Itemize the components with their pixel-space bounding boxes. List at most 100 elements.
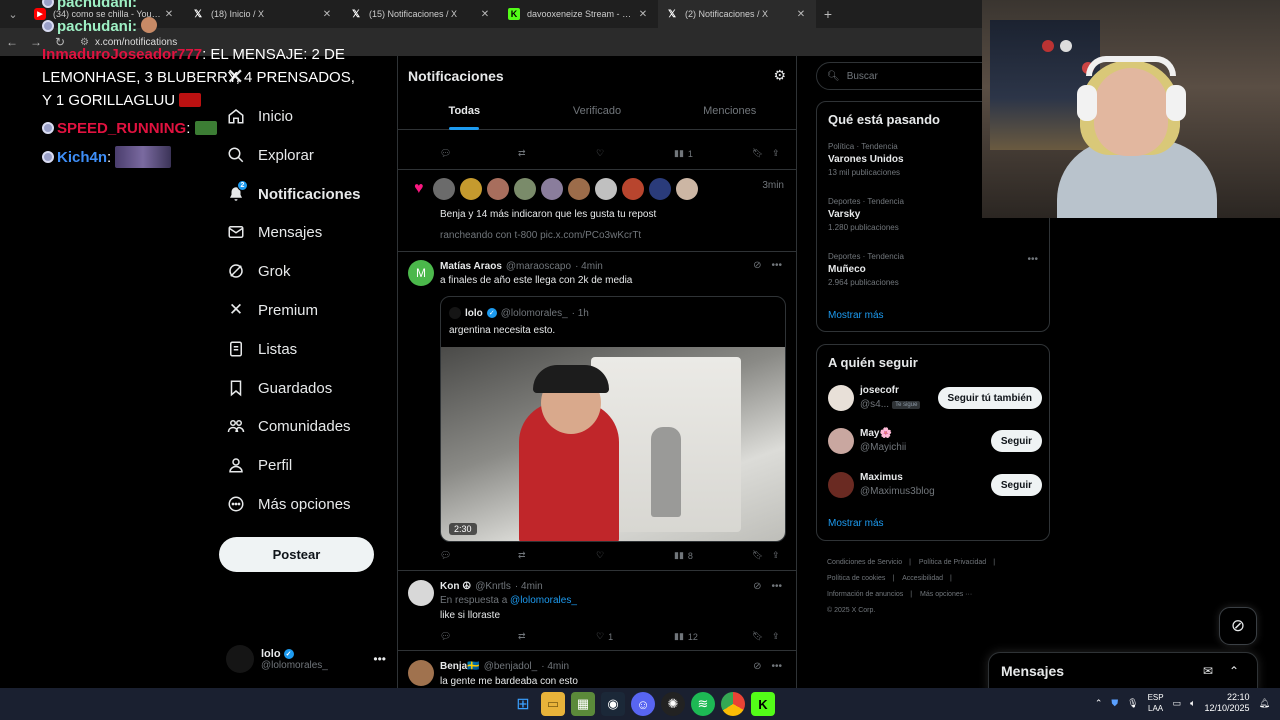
grok-icon[interactable]: ⊘ [753,260,761,271]
like-notification[interactable]: ♥ 3min Benja y 14 más indicaron que les … [398,170,796,252]
kick-icon[interactable]: K [751,692,775,716]
show-more-link[interactable]: Mostrar más [828,518,884,529]
more-dots-icon[interactable]: ••• [771,260,782,271]
avatar[interactable] [828,385,854,411]
trend-item[interactable]: Deportes · Tendencia Muñeco 2.964 public… [828,252,1038,287]
close-icon[interactable]: ✕ [636,9,650,20]
expand-icon[interactable]: ⌃ [1229,664,1239,678]
close-icon[interactable]: ✕ [320,9,334,20]
avatar[interactable] [513,178,536,200]
file-explorer-icon[interactable]: ▭ [541,692,565,716]
share-icon[interactable]: ⇪ [772,148,780,159]
system-clock[interactable]: 22:10 12/10/2025 [1205,692,1250,714]
bookmark-icon[interactable]: 🔖︎ [752,148,763,159]
video-player[interactable]: 2:30 [441,347,785,541]
sidebar-item-comunidades[interactable]: Comunidades [226,411,351,441]
avatar[interactable] [828,472,854,498]
author-name[interactable]: Matías Araos [440,261,502,272]
chevron-up-icon[interactable]: ⌃ [1095,698,1103,709]
discord-icon[interactable]: ☺ [631,692,655,716]
avatar[interactable] [486,178,509,200]
views-button[interactable]: ▮▮ 1 [674,148,693,159]
follow-button[interactable]: Seguir [990,474,1042,496]
account-switcher[interactable]: lolo ✓ @lolomorales_ ••• [226,644,386,674]
tab-search-button[interactable]: ⌄ [0,0,26,28]
minecraft-icon[interactable]: ▦ [571,692,595,716]
sidebar-item-mas-opciones[interactable]: Más opciones [226,489,351,519]
chatgpt-icon[interactable]: ✺ [661,692,685,716]
messages-drawer[interactable]: Mensajes ✉ ⌃ [988,652,1258,692]
grok-icon[interactable]: ⊘ [753,661,761,672]
sidebar-item-guardados[interactable]: Guardados [226,373,332,403]
avatar[interactable] [432,178,455,200]
browser-tab-kick[interactable]: K davooxeneize Stream - Watch Liv ✕ [500,0,658,28]
footer-link[interactable]: Información de anuncios [827,591,903,598]
avatar[interactable]: M [408,260,434,286]
browser-tab-x-notifications-active[interactable]: 𝕏 (2) Notificaciones / X ✕ [658,0,816,28]
share-icon[interactable]: ⇪ [772,550,780,561]
more-dots-icon[interactable]: ••• [771,581,782,592]
share-icon[interactable]: ⇪ [772,631,780,642]
back-arrow-icon[interactable]: ← [0,35,24,49]
footer-link[interactable]: Condiciones de Servicio [827,559,902,566]
like-icon[interactable]: ♡ [596,550,604,561]
like-icon[interactable]: ♡ [596,148,604,159]
post-item[interactable]: Kon ☮ @Knrtls · 4min ⊘ ••• En respuesta … [398,571,796,651]
tab-verificado[interactable]: Verificado [531,98,664,130]
grok-icon[interactable]: ⊘ [753,581,761,592]
tab-menciones[interactable]: Menciones [663,98,796,130]
follow-suggestion[interactable]: josecofr @s4... Te sigue Seguir tú tambié… [828,383,1042,413]
close-icon[interactable]: ✕ [162,9,176,20]
close-icon[interactable]: ✕ [794,9,808,20]
views-button[interactable]: ▮▮ 12 [674,631,698,642]
input-language[interactable]: ESP LAA [1148,692,1164,714]
author-handle[interactable]: @maraoscapo [506,261,571,272]
quoted-post[interactable]: lolo ✓ @lolomorales_ · 1h argentina nece… [440,296,786,542]
footer-link[interactable]: Política de cookies [827,575,885,582]
chrome-icon[interactable] [721,692,745,716]
follow-suggestion[interactable]: May🌸 @Mayichii Seguir [828,426,1042,456]
views-button[interactable]: ▮▮ 8 [674,550,693,561]
avatar[interactable] [675,178,698,200]
footer-link[interactable]: Accesibilidad [902,575,943,582]
reply-icon[interactable]: 💬︎ [440,631,451,642]
more-dots-icon[interactable]: ••• [373,652,386,666]
reply-icon[interactable]: 💬︎ [440,148,451,159]
network-icon[interactable]: ▭ [1173,698,1182,709]
more-dots-icon[interactable]: ••• [1027,254,1038,265]
compose-message-icon[interactable]: ✉ [1203,664,1213,678]
show-more-link[interactable]: Mostrar más [828,310,884,321]
grok-button[interactable]: ⊘ [1219,607,1257,645]
close-icon[interactable]: ✕ [478,9,492,20]
follow-button[interactable]: Seguir [990,430,1042,452]
post-item[interactable]: Benja🇸🇪 @benjadol_ · 4min ⊘ ••• la gente… [398,651,796,688]
follow-suggestion[interactable]: Maximus @Maximus3blog Seguir [828,470,1042,500]
volume-icon[interactable]: 🔈︎ [1190,698,1195,709]
sidebar-item-premium[interactable]: ✕ Premium [226,295,318,325]
sidebar-item-mensajes[interactable]: Mensajes [226,217,322,247]
avatar[interactable] [567,178,590,200]
spotify-icon[interactable]: ≋ [691,692,715,716]
sidebar-item-listas[interactable]: Listas [226,334,297,364]
gear-icon[interactable]: ⚙ [773,67,786,84]
sidebar-item-perfil[interactable]: Perfil [226,450,292,480]
author-name[interactable]: Kon ☮ [440,581,471,592]
follow-back-button[interactable]: Seguir tú también [937,387,1042,409]
browser-tab-x-home[interactable]: 𝕏 (18) Inicio / X ✕ [184,0,342,28]
new-tab-button[interactable]: + [816,6,840,22]
avatar[interactable] [828,428,854,454]
post-button[interactable]: Postear [219,537,374,572]
more-dots-icon[interactable]: ••• [771,661,782,672]
avatar[interactable] [594,178,617,200]
avatar[interactable] [459,178,482,200]
sidebar-item-grok[interactable]: Grok [226,256,291,286]
browser-tab-x-notifications[interactable]: 𝕏 (15) Notificaciones / X ✕ [342,0,500,28]
avatar[interactable] [540,178,563,200]
author-handle[interactable]: @benjadol_ [484,661,538,672]
windows-start-icon[interactable]: ⊞ [511,692,535,716]
tab-todas[interactable]: Todas [398,98,531,130]
sidebar-item-explorar[interactable]: Explorar [226,140,314,170]
like-button[interactable]: ♡ 1 [596,631,613,642]
reply-icon[interactable]: 💬︎ [440,550,451,561]
repost-icon[interactable]: ⇄ [518,148,526,159]
